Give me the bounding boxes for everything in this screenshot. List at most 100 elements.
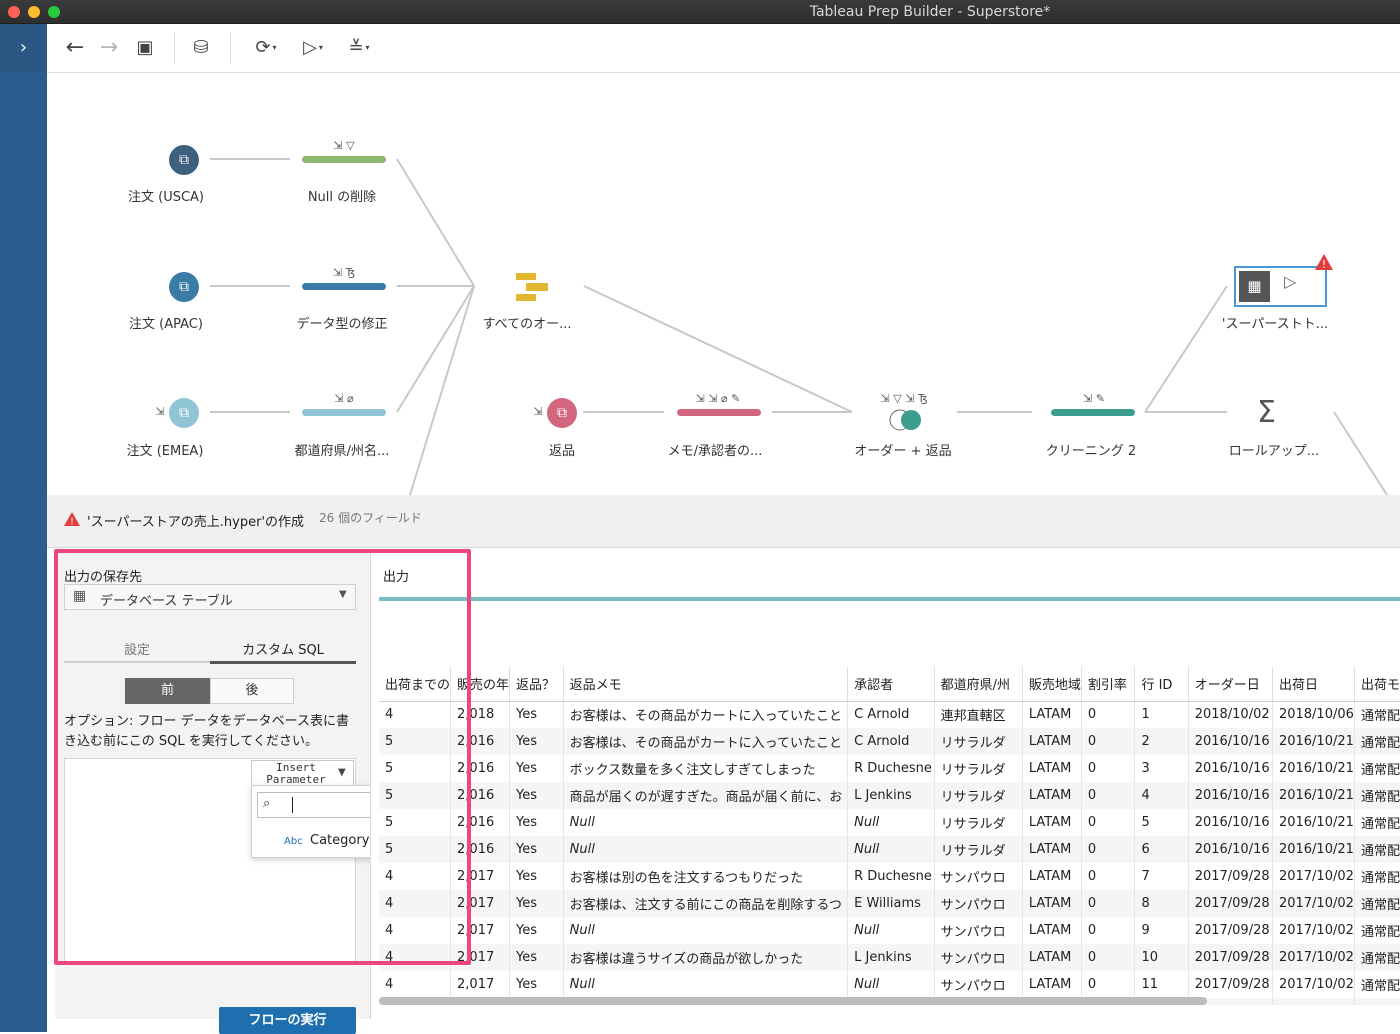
table-cell: Null xyxy=(563,971,849,998)
table-cell: 2016/10/21 xyxy=(1272,809,1355,836)
table-row: 5 2,016 Yes Null Null リサラルダ LATAM 0 5 2016/10/16 2… xyxy=(379,809,1400,836)
column-header[interactable]: 販売地域 xyxy=(1022,667,1082,702)
table-cell: LATAM xyxy=(1022,728,1082,755)
insert-parameter-button[interactable]: Insert Parameter ▼ xyxy=(251,760,354,787)
output-preview-panel: 出力 出荷までの 販売の年 返品？ 返品メモ 承認者 都道府県/州 販売地域 割引率行 ID オ… xyxy=(370,549,1400,1019)
output-divider xyxy=(379,597,1400,601)
input-node-usca[interactable]: ⧉ xyxy=(169,145,199,175)
column-header[interactable]: 販売の年 xyxy=(450,667,511,702)
output-title: 出力 xyxy=(383,570,410,585)
table-cell: 通常配 xyxy=(1354,998,1400,1005)
toolbar-divider xyxy=(230,32,231,64)
change-annotation-icon: ⇲ xyxy=(155,405,165,418)
back-button[interactable]: ← xyxy=(63,36,87,60)
aggregate-node[interactable]: Σ xyxy=(1257,395,1276,430)
segment-after[interactable]: 後 xyxy=(210,678,294,704)
output-table: 出荷までの 販売の年 返品？ 返品メモ 承認者 都道府県/州 販売地域 割引率行 ID オーダー… xyxy=(379,667,1400,1005)
table-cell: 2,018 xyxy=(450,701,511,728)
save-button[interactable]: ▣ xyxy=(133,36,157,60)
table-cell: LATAM xyxy=(1022,944,1082,971)
column-header[interactable]: 割引率 xyxy=(1081,667,1136,702)
table-cell: 10 xyxy=(1134,944,1189,971)
refresh-button[interactable]: ⟳ ▾ xyxy=(245,36,287,60)
chevron-right-icon: › xyxy=(19,37,28,58)
column-header[interactable]: オーダー日 xyxy=(1188,667,1273,702)
table-cell: 通常配 xyxy=(1354,971,1400,998)
table-cell: 2,016 xyxy=(450,836,511,863)
node-label: 注文 (USCA) xyxy=(127,190,205,205)
table-cell: 2,017 xyxy=(450,917,511,944)
forward-button[interactable]: → xyxy=(97,36,121,60)
table-cell: 0 xyxy=(1081,836,1136,863)
output-table-viewport[interactable]: 出荷までの 販売の年 返品？ 返品メモ 承認者 都道府県/州 販売地域 割引率行 ID オーダー… xyxy=(371,605,1400,1005)
node-label: すべてのオー... xyxy=(482,317,572,332)
save-to-label: 出力の保存先 xyxy=(64,570,143,585)
flow-canvas[interactable]: ⧉ 注文 (USCA) ⧉ 注文 (APAC) ⧉ ⇲ 注文 (EMEA) ⇲ … xyxy=(47,73,1400,495)
table-cell: Null xyxy=(847,836,935,863)
table-cell: 通常配 xyxy=(1354,701,1400,728)
input-node-emea[interactable]: ⧉ xyxy=(169,398,199,428)
union-icon xyxy=(516,273,548,301)
view-options-button[interactable]: ≚ ▾ xyxy=(339,36,379,60)
table-cell: L Jenkins xyxy=(847,782,935,809)
node-label: 注文 (EMEA) xyxy=(126,444,204,459)
output-node[interactable]: ▦ ▷ xyxy=(1234,266,1327,307)
clean-step-type[interactable] xyxy=(302,283,386,290)
table-cell: 0 xyxy=(1081,944,1136,971)
input-node-returns[interactable]: ⧉ xyxy=(547,398,577,428)
column-header[interactable]: 返品メモ xyxy=(563,667,849,702)
table-cell: 2,016 xyxy=(450,728,511,755)
run-flow-button[interactable]: フローの実行 xyxy=(219,1007,356,1034)
table-cell: L Jenkins xyxy=(847,944,935,971)
table-cell: 5 xyxy=(379,782,452,809)
join-node[interactable] xyxy=(889,409,923,431)
tab-custom-sql[interactable]: カスタム SQL xyxy=(210,639,356,658)
table-cell: Yes xyxy=(509,809,564,836)
play-icon[interactable]: ▷ xyxy=(1284,272,1296,291)
input-node-apac[interactable]: ⧉ xyxy=(169,272,199,302)
clean-step-null[interactable] xyxy=(302,156,386,163)
connect-data-button[interactable]: ⛁ xyxy=(189,36,213,60)
table-cell: 2017/10/02 xyxy=(1272,890,1355,917)
window-title: Tableau Prep Builder - Superstore* xyxy=(809,4,1051,20)
tab-settings[interactable]: 設定 xyxy=(64,639,210,658)
column-header[interactable]: 行 ID xyxy=(1134,667,1189,702)
save-to-select[interactable]: ▦ データベース テーブル ▼ xyxy=(64,584,356,610)
segment-before[interactable]: 前 xyxy=(125,678,210,704)
union-node[interactable] xyxy=(516,273,548,301)
column-header[interactable]: 返品？ xyxy=(509,667,564,702)
column-header[interactable]: 都道府県/州 xyxy=(934,667,1023,702)
table-cell: 2,017 xyxy=(450,890,511,917)
column-header[interactable]: 出荷までの xyxy=(379,667,452,702)
table-cell: Yes xyxy=(509,890,564,917)
input-file-icon: ⧉ xyxy=(179,405,189,421)
column-header[interactable]: 出荷日 xyxy=(1272,667,1355,702)
table-cell: サンパウロ xyxy=(934,971,1023,998)
sliders-icon: ≚ xyxy=(348,37,364,58)
option-description: オプション: フロー データをデータベース表に書き込む前にこの SQL を実行し… xyxy=(64,714,349,749)
table-cell: 通常配 xyxy=(1354,863,1400,890)
arrow-left-icon: ← xyxy=(65,35,85,60)
table-cell: Yes xyxy=(509,944,564,971)
table-cell: Yes xyxy=(509,863,564,890)
table-cell: LATAM xyxy=(1022,701,1082,728)
clean-step-memo[interactable] xyxy=(677,409,761,416)
save-icon: ▣ xyxy=(136,37,154,58)
clean-step-2[interactable] xyxy=(1051,409,1135,416)
table-cell: 0 xyxy=(1081,863,1136,890)
table-cell: LATAM xyxy=(1022,917,1082,944)
column-header[interactable]: 出荷モ xyxy=(1354,667,1400,702)
chevron-down-icon: ▾ xyxy=(365,43,370,52)
expand-pane-button[interactable]: › xyxy=(0,24,47,72)
table-cell: 9 xyxy=(1134,917,1189,944)
horizontal-scrollbar[interactable] xyxy=(379,997,1207,1005)
column-header[interactable]: 承認者 xyxy=(847,667,935,702)
table-cell: 2017/09/28 xyxy=(1188,917,1273,944)
table-cell: Null xyxy=(847,971,935,998)
clean-step-state[interactable] xyxy=(302,409,386,416)
table-cell: LATAM xyxy=(1022,971,1082,998)
run-flow-toolbar-button[interactable]: ▷ ▾ xyxy=(293,36,333,60)
table-cell: LATAM xyxy=(1022,890,1082,917)
chevron-down-icon: ▾ xyxy=(318,43,323,52)
table-cell: Yes xyxy=(509,728,564,755)
